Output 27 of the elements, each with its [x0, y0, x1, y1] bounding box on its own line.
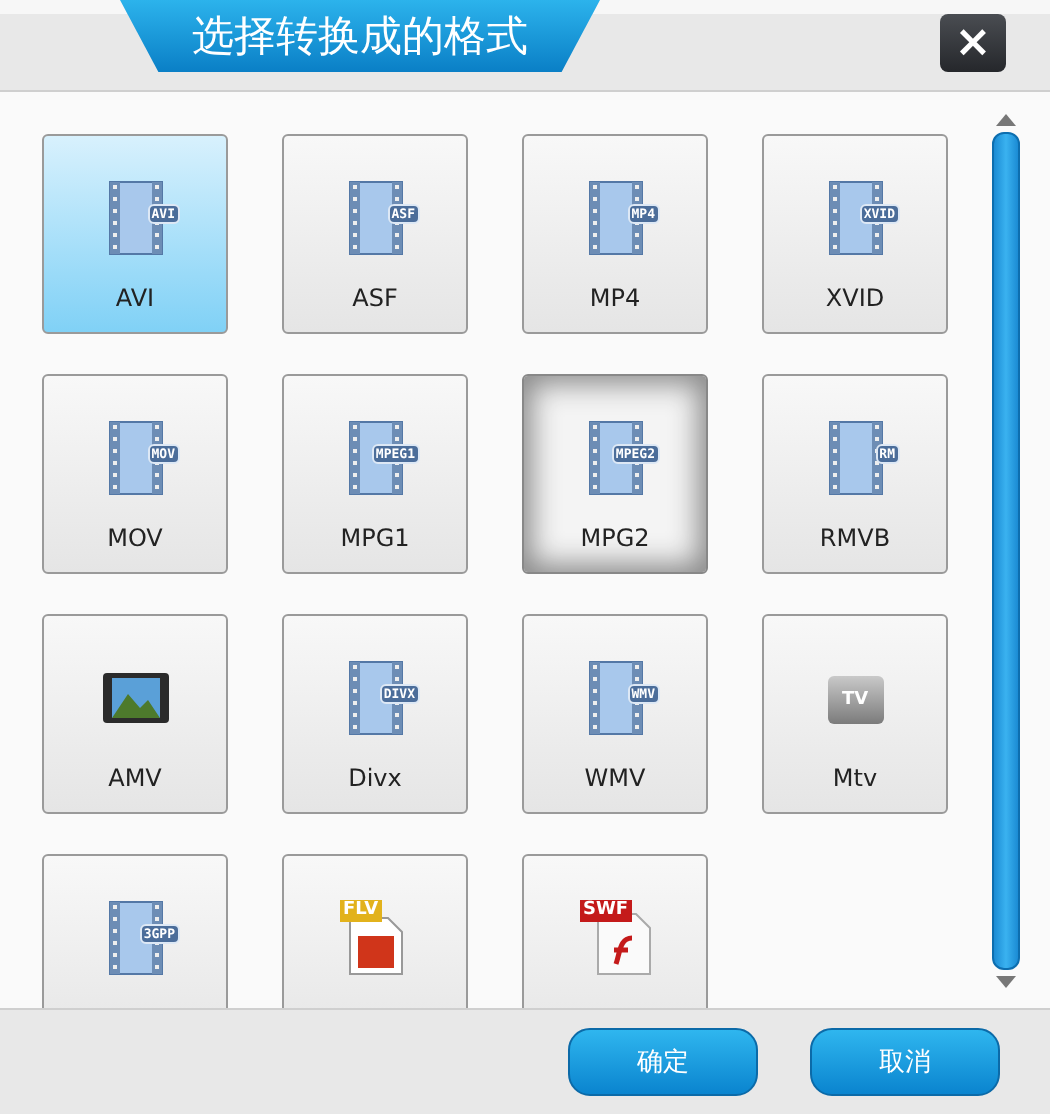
video-file-icon	[347, 916, 403, 976]
format-label: RMVB	[819, 524, 891, 552]
format-label: MOV	[107, 524, 163, 552]
close-button[interactable]: ×	[940, 14, 1006, 72]
scrollbar-thumb[interactable]	[992, 132, 1020, 970]
flash-file-icon	[595, 912, 651, 976]
format-label: MPG1	[340, 524, 410, 552]
format-label: ASF	[352, 284, 398, 312]
dialog-title: 选择转换成的格式	[120, 0, 600, 72]
format-label: Divx	[348, 764, 402, 792]
film-icon	[827, 420, 883, 496]
landscape-photo-icon	[101, 672, 169, 724]
format-label: MPG2	[580, 524, 650, 552]
format-label: AMV	[108, 764, 162, 792]
format-tile[interactable]: AMV	[42, 614, 228, 814]
format-label: WMV	[584, 764, 646, 792]
format-tile[interactable]: SWF	[522, 854, 708, 1008]
tv-icon: TV	[827, 676, 883, 724]
scroll-down-icon[interactable]	[996, 976, 1016, 988]
format-label: MP4	[589, 284, 641, 312]
format-label: Mtv	[832, 764, 878, 792]
format-label: XVID	[825, 284, 885, 312]
format-label: AVI	[115, 284, 155, 312]
scroll-up-icon[interactable]	[996, 114, 1016, 126]
format-tile[interactable]: TV Mtv	[762, 614, 948, 814]
format-badge: FLV	[339, 900, 383, 922]
format-badge: SWF	[579, 900, 633, 922]
